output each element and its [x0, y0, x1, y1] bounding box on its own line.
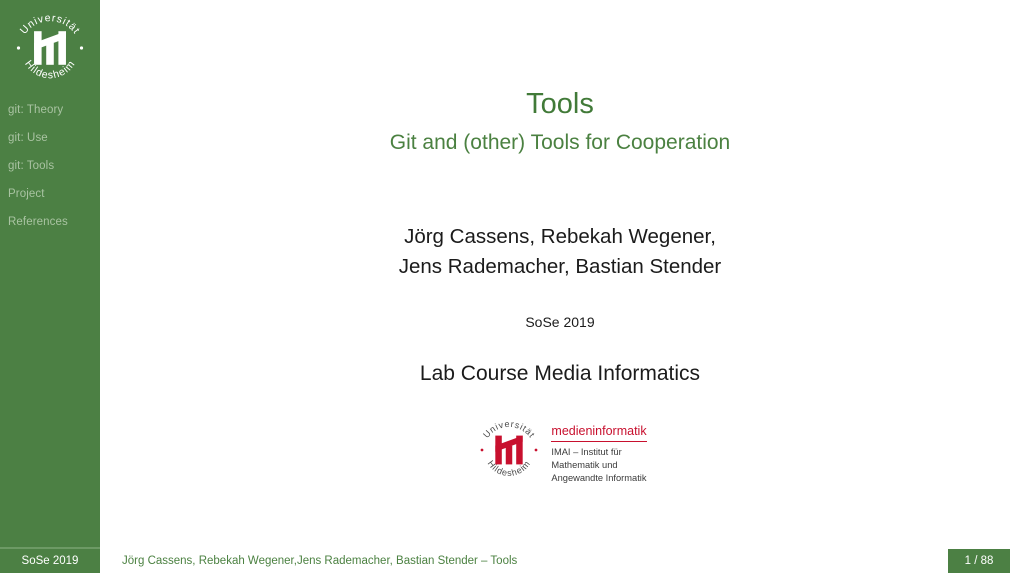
university-seal-logo: Universität Hildesheim [8, 6, 92, 90]
slide-footer: SoSe 2019 Jörg Cassens, Rebekah Wegener,… [0, 547, 1020, 573]
footer-date-badge: SoSe 2019 [0, 549, 100, 573]
author-line-2: Jens Rademacher, Bastian Stender [398, 255, 722, 279]
svg-text:Universität: Universität [482, 419, 538, 440]
institute-seal-logo: Universität Hildesheim [473, 414, 545, 486]
sidebar-item-git-theory[interactable]: git: Theory [0, 96, 100, 124]
institute-line-2: Mathematik und [551, 460, 618, 471]
sidebar-item-git-tools[interactable]: git: Tools [0, 152, 100, 180]
author-line-1: Jörg Cassens, Rebekah Wegener, [404, 225, 716, 248]
footer-page-badge: 1 / 88 [948, 549, 1010, 573]
institute-brand: medieninformatik [551, 424, 647, 442]
institute-description: IMAI – Institut für Mathematik und Angew… [551, 446, 646, 486]
authors-block: Jörg Cassens, Rebekah Wegener, Jens Rade… [100, 222, 1020, 282]
presentation-slide: Universität Hildesheim git: Theory git: … [0, 0, 1020, 573]
institute-line-3: Angewandte Informatik [551, 473, 647, 484]
course-title: Lab Course Media Informatics [419, 362, 701, 385]
sidebar-item-references[interactable]: References [0, 208, 100, 236]
svg-text:Universität: Universität [18, 12, 83, 37]
slide-body: Tools Git and (other) Tools for Cooperat… [100, 0, 1020, 547]
sidebar-item-git-use[interactable]: git: Use [0, 124, 100, 152]
semester-date: SoSe 2019 [525, 314, 595, 330]
sidebar-item-project[interactable]: Project [0, 180, 100, 208]
sidebar: Universität Hildesheim git: Theory git: … [0, 0, 100, 547]
institute-logo-block: Universität Hildesheim medieninformatik … [100, 412, 1020, 486]
page-title: Tools [526, 88, 594, 120]
title-block: Tools Git and (other) Tools for Cooperat… [100, 88, 1020, 156]
footer-author-title: Jörg Cassens, Rebekah Wegener,Jens Radem… [122, 555, 518, 567]
page-subtitle: Git and (other) Tools for Cooperation [389, 131, 731, 155]
sidebar-nav: git: Theory git: Use git: Tools Project … [0, 96, 100, 236]
institute-line-1: IMAI – Institut für [551, 447, 622, 457]
institute-text: medieninformatik IMAI – Institut für Mat… [551, 412, 647, 486]
